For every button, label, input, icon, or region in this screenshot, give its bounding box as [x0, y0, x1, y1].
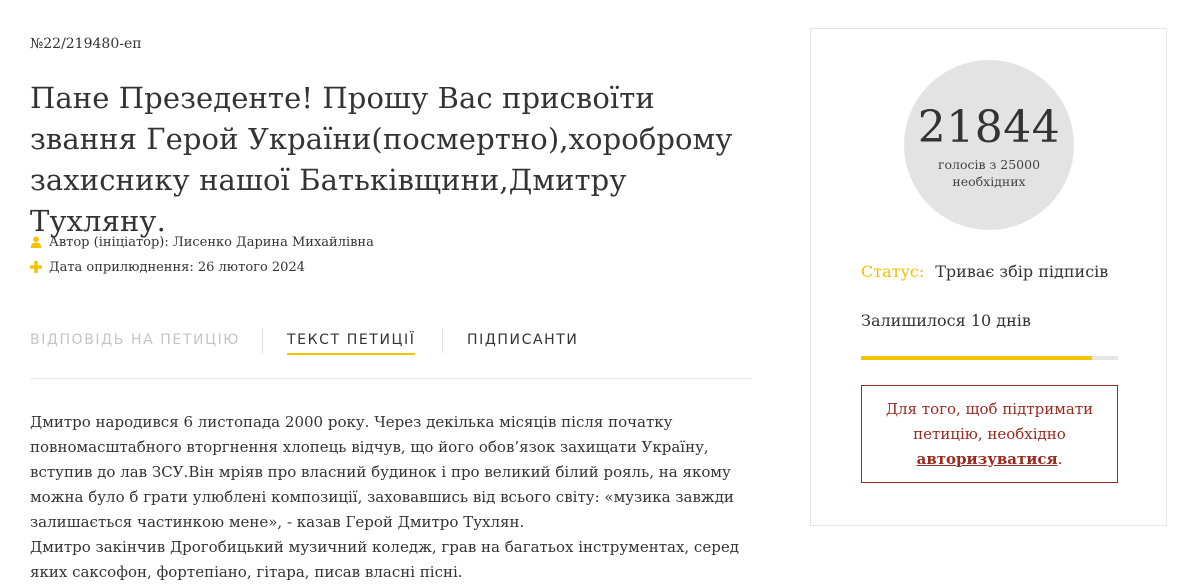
plus-icon	[30, 260, 42, 273]
petition-status: Статус: Триває збір підписів	[861, 262, 1108, 281]
petition-tabs: Відповідь на петицію Текст петиції Підпи…	[30, 322, 752, 379]
date-label: Дата оприлюднення:	[49, 260, 194, 275]
login-link[interactable]: авторизуватися	[917, 450, 1058, 468]
petition-title: Пане Презеденте! Прошу Вас присвоїти зва…	[30, 81, 733, 238]
auth-notice-text: Для того, щоб підтримати петицію, необхі…	[885, 400, 1094, 443]
user-icon	[30, 236, 42, 248]
signature-progress-bar	[861, 356, 1118, 360]
tab-response[interactable]: Відповідь на петицію	[30, 332, 240, 348]
tab-divider	[262, 328, 263, 353]
tab-signers[interactable]: Підписанти	[467, 332, 579, 348]
petition-date-line: Дата оприлюднення: 26 лютого 2024	[30, 260, 305, 275]
author-label: Автор (ініціатор):	[49, 235, 169, 250]
petition-page: №22/219480-еп Пане Презеденте! Прошу Вас…	[0, 0, 1189, 588]
petition-paragraph: Дмитро народився 6 листопада 2000 року. …	[30, 413, 734, 531]
status-value: Триває збір підписів	[935, 262, 1109, 281]
tab-divider	[442, 328, 443, 353]
status-label: Статус:	[861, 262, 925, 281]
auth-notice: Для того, щоб підтримати петицію, необхі…	[861, 385, 1118, 483]
auth-notice-period: .	[1057, 450, 1063, 468]
signature-progress-fill	[861, 356, 1093, 360]
votes-count: 21844	[917, 102, 1061, 153]
petition-number: №22/219480-еп	[30, 36, 142, 52]
petition-author-line: Автор (ініціатор): Лисенко Дарина Михайл…	[30, 235, 374, 250]
days-remaining: Залишилося 10 днів	[861, 311, 1031, 330]
petition-paragraph: Дмитро закінчив Дрогобицький музичний ко…	[30, 538, 739, 581]
author-name: Лисенко Дарина Михайлівна	[172, 235, 374, 250]
petition-sidebar: 21844 голосів з 25000 необхідних Статус:…	[810, 28, 1167, 526]
votes-caption: голосів з 25000 необхідних	[937, 157, 1041, 189]
petition-text: Дмитро народився 6 листопада 2000 року. …	[30, 410, 752, 585]
tab-petition-text[interactable]: Текст петиції	[287, 332, 416, 355]
votes-circle: 21844 голосів з 25000 необхідних	[904, 60, 1074, 230]
publish-date: 26 лютого 2024	[197, 260, 305, 275]
